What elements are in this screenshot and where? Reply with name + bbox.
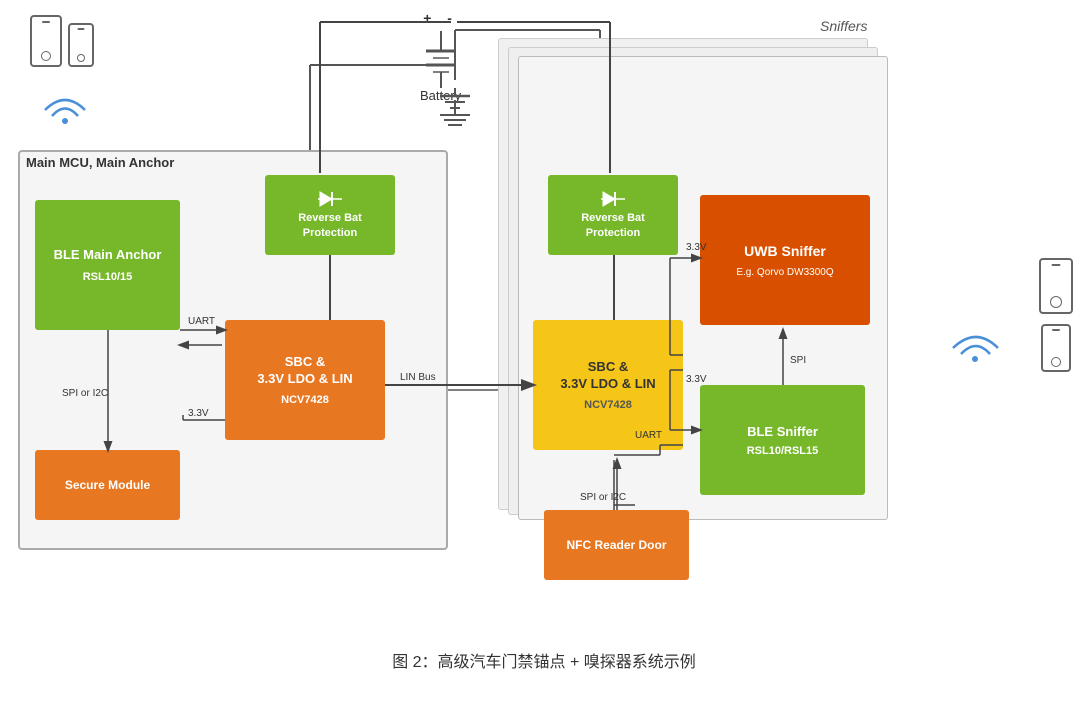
v33-ble-label: 3.3V xyxy=(686,374,707,385)
reverse-bat-left-title: Reverse BatProtection xyxy=(298,211,362,240)
phones-right-group xyxy=(1039,258,1073,372)
phones-left-group xyxy=(30,15,94,67)
sbc-left-title: SBC &3.3V LDO & LIN xyxy=(257,354,352,388)
phone-icon-1 xyxy=(30,15,62,67)
ble-main-anchor-block: BLE Main Anchor RSL10/15 xyxy=(35,200,180,330)
reverse-bat-left-block: Reverse BatProtection xyxy=(265,175,395,255)
phone-right-1 xyxy=(1039,258,1073,314)
v33-uwb-label: 3.3V xyxy=(686,242,707,253)
phone-icon-2 xyxy=(68,23,94,67)
battery-symbol xyxy=(421,26,461,91)
spi-label: SPI xyxy=(790,355,806,366)
nfc-reader-block: NFC Reader Door xyxy=(544,510,689,580)
wifi-signal-right xyxy=(943,310,1008,370)
v33-left-label: 3.3V xyxy=(188,408,209,419)
diagram-caption: 图 2：高级汽车门禁锚点 + 嗅探器系统示例 xyxy=(0,648,1088,672)
ble-sniffer-title: BLE Sniffer xyxy=(747,424,818,439)
sbc-right-subtitle: NCV7428 xyxy=(584,399,632,411)
sniffers-label: Sniffers xyxy=(820,18,867,34)
reverse-bat-right-block: Reverse BatProtection xyxy=(548,175,678,255)
lin-bus-label: LIN Bus xyxy=(400,372,436,383)
spi-i2c-left-label: SPI or I2C xyxy=(62,388,108,399)
sbc-left-subtitle: NCV7428 xyxy=(281,394,329,406)
wifi-signal-left xyxy=(35,75,95,130)
sbc-right-title: SBC &3.3V LDO & LIN xyxy=(560,359,655,393)
ble-sniffer-block: BLE Sniffer RSL10/RSL15 xyxy=(700,385,865,495)
main-mcu-label: Main MCU, Main Anchor xyxy=(26,155,174,170)
uart-right-label: UART xyxy=(635,430,662,441)
phone-right-2 xyxy=(1041,324,1071,372)
diagram-container: + - Battery Sniffers Main MCU, Main Anc xyxy=(0,0,1088,680)
uwb-sniffer-subtitle: E.g. Qorvo DW3300Q xyxy=(736,267,833,278)
uwb-sniffer-title: UWB Sniffer xyxy=(744,243,826,259)
uwb-sniffer-block: UWB Sniffer E.g. Qorvo DW3300Q xyxy=(700,195,870,325)
secure-module-block: Secure Module xyxy=(35,450,180,520)
uart-left-label: UART xyxy=(188,316,215,327)
ble-main-anchor-subtitle: RSL10/15 xyxy=(83,271,133,283)
nfc-reader-title: NFC Reader Door xyxy=(566,538,666,552)
ble-sniffer-subtitle: RSL10/RSL15 xyxy=(747,445,819,457)
reverse-bat-right-title: Reverse BatProtection xyxy=(581,211,645,240)
battery-polarity: + - xyxy=(420,10,461,26)
ground-symbol xyxy=(435,88,475,123)
sbc-left-block: SBC &3.3V LDO & LIN NCV7428 xyxy=(225,320,385,440)
secure-module-title: Secure Module xyxy=(65,478,150,492)
spi-i2c-right-label: SPI or I2C xyxy=(580,492,626,503)
ble-main-anchor-title: BLE Main Anchor xyxy=(54,247,162,264)
